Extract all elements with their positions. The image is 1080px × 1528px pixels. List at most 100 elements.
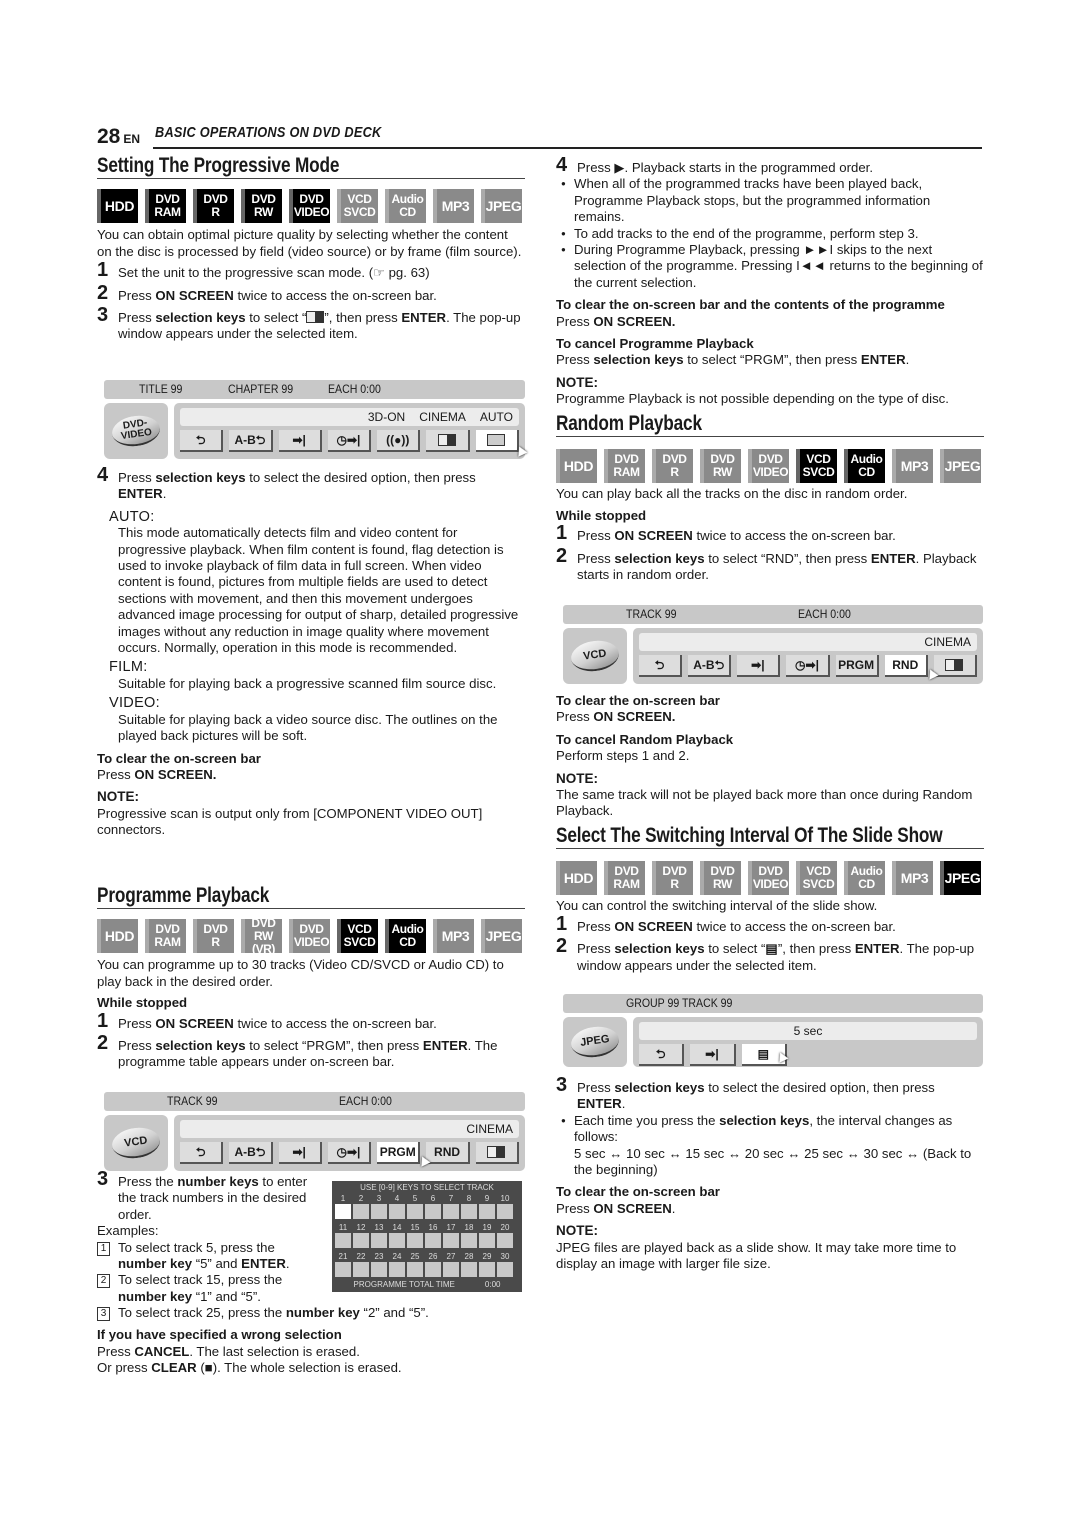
track-slot[interactable]: [407, 1233, 423, 1248]
track-number: 9: [484, 1194, 490, 1203]
track-slot[interactable]: [461, 1204, 477, 1219]
track-slot[interactable]: [335, 1262, 351, 1277]
examples-label: Examples:: [97, 1223, 159, 1239]
track-slot[interactable]: [497, 1204, 513, 1219]
track-slot[interactable]: [407, 1262, 423, 1277]
track-slot[interactable]: [479, 1233, 495, 1248]
badge-mp3: MP3: [433, 189, 474, 224]
ab-repeat-button[interactable]: A-B⮌: [688, 655, 732, 677]
progressive-button[interactable]: [475, 430, 519, 452]
picture-button[interactable]: [475, 1142, 519, 1164]
while-stopped: While stopped: [556, 507, 647, 523]
repeat-button[interactable]: ⮌: [639, 655, 683, 677]
osd-info-row: 3D-ON CINEMA AUTO: [180, 408, 519, 426]
track-number: 18: [464, 1223, 474, 1232]
interval-sequence: 5 sec ↔ 10 sec ↔ 15 sec ↔ 20 sec ↔ 25 se…: [574, 1145, 972, 1178]
track-slot[interactable]: [335, 1204, 351, 1219]
section-rule: [556, 848, 984, 850]
clear-text: Press ON SCREEN.: [97, 766, 217, 782]
track-slot[interactable]: [389, 1262, 405, 1277]
track-slot[interactable]: [425, 1204, 441, 1219]
osd-info-row: CINEMA: [639, 633, 977, 651]
track-number: 28: [464, 1252, 474, 1261]
progressive-options: 4 Press selection keys to select the desi…: [97, 465, 525, 839]
header-rule: [153, 147, 982, 149]
track-slot[interactable]: [497, 1233, 513, 1248]
disc-badges: HDD DVD RAM DVD R DVD RW DVD VIDEO VCD SVCD Audio CD…: [556, 449, 984, 484]
track-slot[interactable]: [371, 1204, 387, 1219]
badge-dvd-rw: DVD RW: [700, 861, 741, 896]
track-number: 29: [482, 1252, 492, 1261]
track-slot[interactable]: [353, 1233, 369, 1248]
note-heading: NOTE:: [556, 770, 598, 786]
track-number: 5: [412, 1194, 418, 1203]
onscreen-bar-progressive: TITLE 99 CHAPTER 99 EACH 0:00 DVD- VIDEO…: [104, 380, 528, 460]
programme-continued: 4 Press ▶. Playback starts in the program…: [556, 155, 984, 408]
ab-repeat-button[interactable]: A-B⮌: [229, 1142, 273, 1164]
badge-dvd-r: DVD R: [193, 189, 234, 224]
repeat-button[interactable]: ⮌: [180, 430, 224, 452]
badge-vcd-svcd: VCD SVCD: [796, 861, 837, 896]
track-slot[interactable]: [425, 1262, 441, 1277]
time-skip-button[interactable]: ◷➡|: [327, 430, 372, 452]
track-number-row: 1 2 3 4 5 6 7 8 9 10: [332, 1194, 522, 1204]
badge-vcd-svcd: VCD SVCD: [337, 919, 378, 954]
skip-button[interactable]: ➡|: [278, 430, 322, 452]
skip-button[interactable]: ➡|: [278, 1142, 322, 1164]
programme-step3: 3 Press the number keys to enter the trac…: [97, 1168, 322, 1305]
repeat-button[interactable]: ⮌: [639, 1044, 685, 1066]
step-3: 3 Press the number keys to enter the trac…: [97, 1168, 308, 1222]
onscreen-bar-slideshow: GROUP 99 TRACK 99 JPEG 5 sec ⮌ ➡| ▤: [563, 994, 983, 1067]
track-slot[interactable]: [425, 1233, 441, 1248]
track-slot[interactable]: [335, 1233, 351, 1248]
disc-icon: VCD: [563, 628, 627, 684]
track-slot[interactable]: [479, 1204, 495, 1219]
repeat-button[interactable]: ⮌: [180, 1142, 224, 1164]
clear-heading: To clear the on-screen bar: [556, 1184, 720, 1200]
picture-button[interactable]: [426, 430, 470, 452]
track-slot[interactable]: [353, 1262, 369, 1277]
track-slot[interactable]: [389, 1204, 405, 1219]
skip-button[interactable]: ➡|: [690, 1044, 736, 1066]
rnd-button[interactable]: RND: [426, 1142, 470, 1164]
badge-mp3: MP3: [433, 919, 474, 954]
track-slot[interactable]: [371, 1233, 387, 1248]
track-slot[interactable]: [461, 1233, 477, 1248]
track-slot[interactable]: [497, 1262, 513, 1277]
step-1: 1 Press ON SCREEN twice to access the on-…: [556, 522, 896, 545]
onscreen-bar-random: TRACK 99 EACH 0:00 VCD CINEMA ⮌ A-B⮌ ➡| …: [563, 605, 983, 685]
track-slot[interactable]: [461, 1262, 477, 1277]
surround-button[interactable]: ((●)): [377, 430, 421, 452]
badge-jpeg: JPEG: [940, 861, 981, 896]
table-title: USE [0-9] KEYS TO SELECT TRACK: [360, 1183, 494, 1192]
track-slot[interactable]: [371, 1262, 387, 1277]
badge-audio-cd: Audio CD: [844, 449, 885, 484]
bullet-2: To add tracks to the end of the programm…: [556, 226, 984, 243]
time-skip-button[interactable]: ◷➡|: [327, 1142, 372, 1164]
picture-button[interactable]: [933, 655, 977, 677]
track-slot[interactable]: [353, 1204, 369, 1219]
track-slot[interactable]: [443, 1262, 459, 1277]
badge-vcd-svcd: VCD SVCD: [796, 449, 837, 484]
badge-dvd-ram: DVD RAM: [145, 919, 186, 954]
cancel-heading: To cancel Random Playback: [556, 731, 734, 747]
track-number: 26: [428, 1252, 438, 1261]
track-slot[interactable]: [443, 1204, 459, 1219]
badge-audio-cd: Audio CD: [385, 919, 426, 954]
random-notes: To clear the on-screen bar Press ON SCRE…: [556, 693, 984, 820]
programme-table: USE [0-9] KEYS TO SELECT TRACK 123456789…: [332, 1181, 522, 1292]
track-number: 10: [500, 1194, 510, 1203]
track-number: 25: [410, 1252, 420, 1261]
prgm-button[interactable]: PRGM: [377, 1142, 421, 1164]
ab-repeat-button[interactable]: A-B⮌: [229, 430, 273, 452]
badge-dvd-ram: DVD RAM: [604, 861, 645, 896]
track-slot[interactable]: [389, 1233, 405, 1248]
rnd-button[interactable]: RND: [884, 655, 928, 677]
track-slot[interactable]: [407, 1204, 423, 1219]
track-slot[interactable]: [443, 1233, 459, 1248]
intro-text: You can programme up to 30 tracks (Video…: [97, 957, 504, 989]
track-slot[interactable]: [479, 1262, 495, 1277]
skip-button[interactable]: ➡|: [737, 655, 781, 677]
time-skip-button[interactable]: ◷➡|: [786, 655, 830, 677]
prgm-button[interactable]: PRGM: [835, 655, 879, 677]
